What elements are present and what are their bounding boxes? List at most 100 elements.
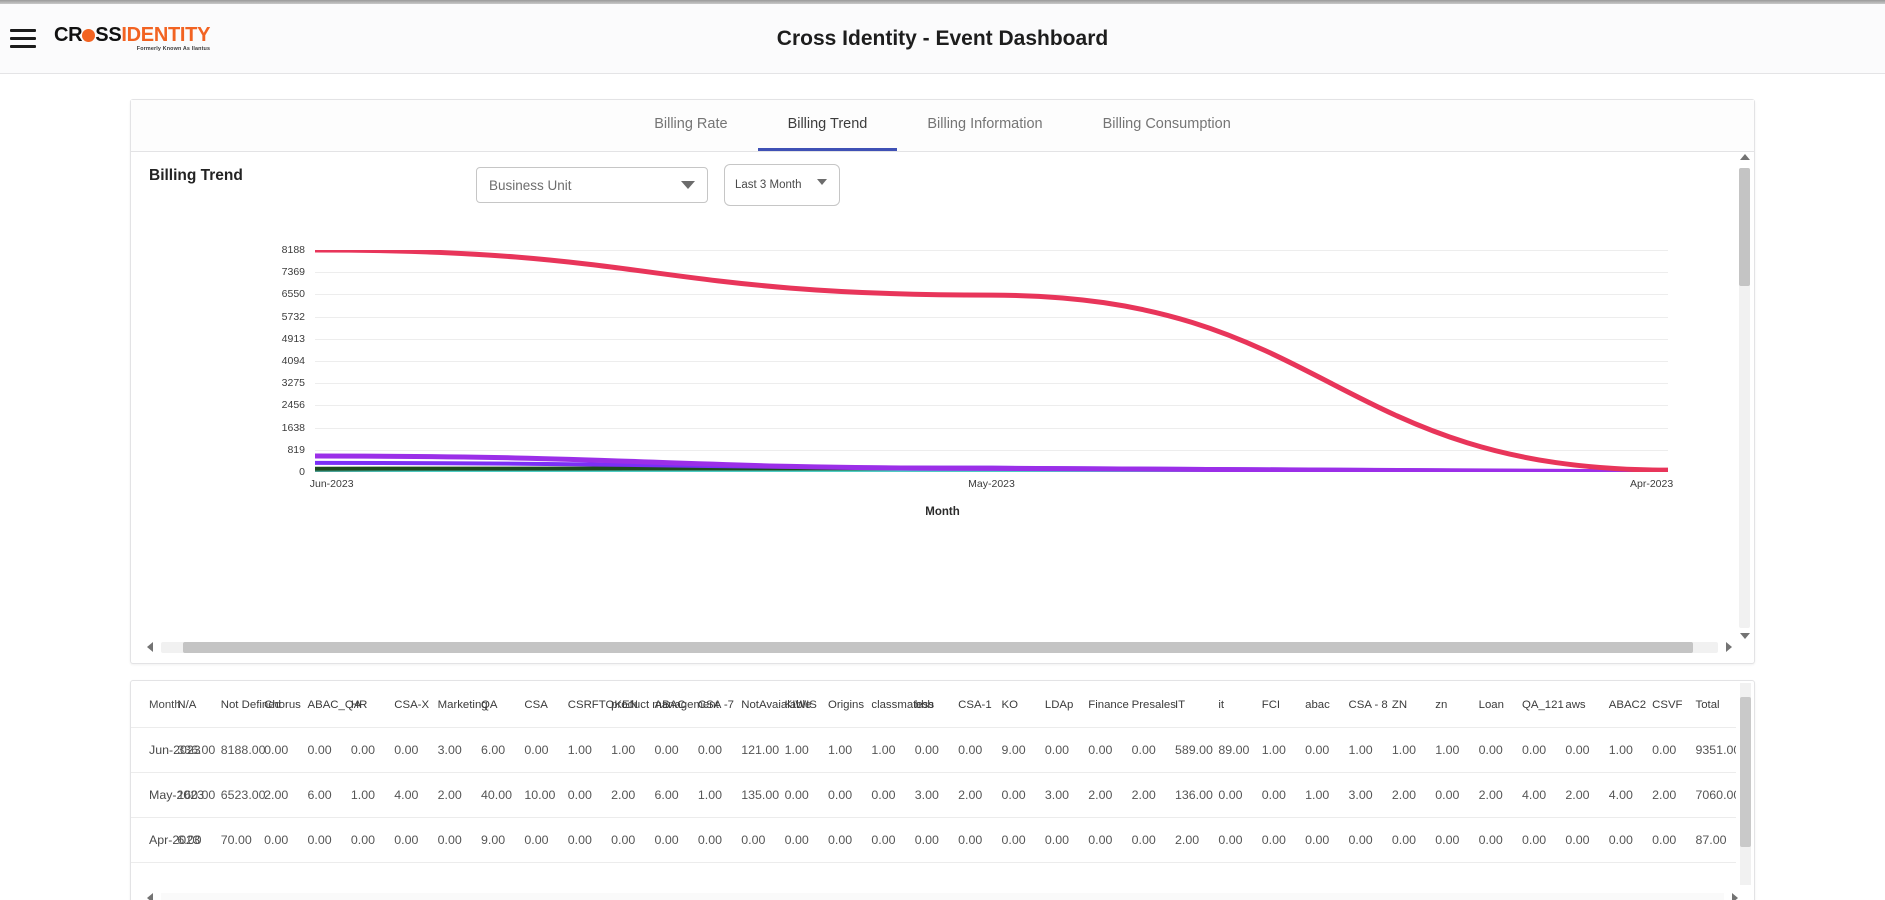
table-column-header[interactable]: KIWIS (781, 681, 825, 728)
table-column-header[interactable]: Loan (1475, 681, 1519, 728)
x-axis-tick: May-2023 (968, 478, 1015, 490)
hamburger-menu-icon[interactable] (10, 26, 40, 52)
tab-billing-rate[interactable]: Billing Rate (624, 100, 757, 151)
table-cell: 4.00 (391, 772, 435, 818)
table-column-header[interactable]: Month (131, 681, 181, 728)
y-axis-tick: 4094 (281, 355, 305, 367)
billing-trend-card: Billing Rate Billing Trend Billing Infor… (130, 99, 1755, 664)
table-cell: 589.00 (1172, 727, 1216, 773)
month-range-select[interactable]: Last 3 Month (724, 164, 840, 206)
table-column-header[interactable]: CSA (521, 681, 565, 728)
table-column-header[interactable]: N/A (174, 681, 218, 728)
table-cell: 0.00 (1041, 817, 1086, 863)
app-logo: CR SSIDENTITY Formerly Known As Ilantus (54, 25, 210, 52)
table-column-header[interactable]: Chorus (261, 681, 305, 728)
table-column-header[interactable]: Not Defined (217, 681, 281, 728)
table-column-header[interactable]: abac (1302, 681, 1346, 728)
table-column-header[interactable]: CSA - 8 (1345, 681, 1389, 728)
table-column-header[interactable]: classmatess (868, 681, 934, 728)
table-column-header[interactable]: Origins (825, 681, 869, 728)
table-column-header[interactable]: CSA -7 (694, 681, 739, 728)
table-cell: 136.00 (1172, 772, 1216, 818)
table-column-header[interactable]: QA (478, 681, 522, 728)
table-column-header[interactable]: ABAC2 (1605, 681, 1650, 728)
table-column-header[interactable]: Total (1692, 681, 1736, 728)
table-column-header[interactable]: LDAp (1041, 681, 1086, 728)
y-axis-tick: 8188 (281, 244, 305, 256)
chart-scroll-up-button[interactable] (1738, 152, 1751, 163)
table-cell: 1.00 (347, 772, 392, 818)
tab-billing-trend[interactable]: Billing Trend (757, 100, 898, 151)
table-column-header[interactable]: KO (998, 681, 1042, 728)
table-column-header[interactable]: CSVF (1649, 681, 1693, 728)
chart-vertical-scrollbar-thumb[interactable] (1739, 168, 1750, 286)
table-vertical-scrollbar[interactable] (1740, 683, 1751, 885)
table-cell: 0.00 (694, 727, 739, 773)
table-column-header[interactable]: IT (1172, 681, 1216, 728)
tab-billing-information[interactable]: Billing Information (897, 100, 1072, 151)
table-vertical-scrollbar-thumb[interactable] (1740, 697, 1751, 847)
chart-hscroll-thumb[interactable] (183, 641, 1693, 653)
table-column-header[interactable]: bbb (911, 681, 956, 728)
app-header: CR SSIDENTITY Formerly Known As Ilantus C… (0, 4, 1885, 74)
table-column-header[interactable]: Presales (1128, 681, 1176, 728)
table-row: Jun-2023 336.00 8188.00 0.00 0.00 0.00 0.00 3.0… (131, 727, 1736, 773)
table-cell: 1.00 (1258, 727, 1303, 773)
table-cell: 0.00 (261, 727, 305, 773)
chart-horizontal-scrollbar[interactable] (143, 640, 1736, 654)
table-cell: 1.00 (1345, 727, 1389, 773)
table-column-header[interactable]: CSA-X (391, 681, 435, 728)
logo-dot-icon (82, 28, 96, 42)
x-axis-tick: Jun-2023 (309, 478, 354, 490)
table-cell: 1.00 (1605, 727, 1650, 773)
table-cell: 8188.00 (217, 727, 266, 773)
tab-billing-consumption[interactable]: Billing Consumption (1073, 100, 1261, 151)
business-unit-select[interactable]: Business Unit (476, 167, 708, 203)
table-column-header[interactable]: FCI (1258, 681, 1303, 728)
table-cell: 87.00 (1692, 817, 1736, 863)
table-column-header[interactable]: Marketing (434, 681, 488, 728)
table-column-header[interactable]: aws (1562, 681, 1606, 728)
chart-hscroll-track[interactable] (161, 641, 1718, 653)
table-cell: 0.00 (1258, 772, 1303, 818)
table-column-header[interactable]: HR (347, 681, 392, 728)
table-cell: 2.00 (1649, 772, 1693, 818)
table-cell: 0.00 (781, 772, 825, 818)
table-cell: 0.00 (521, 817, 565, 863)
table-column-header[interactable]: NotAvaialable (738, 681, 811, 728)
table-column-header[interactable]: QA_121 (1519, 681, 1564, 728)
table-cell: 0.00 (521, 727, 565, 773)
table-column-header[interactable]: product management (608, 681, 719, 728)
tab-bar: Billing Rate Billing Trend Billing Infor… (131, 100, 1754, 152)
table-scroll-left-button[interactable] (143, 891, 157, 900)
table-horizontal-scrollbar[interactable] (143, 891, 1742, 900)
chevron-down-icon (817, 179, 827, 185)
table-column-header[interactable]: CSA-1 (955, 681, 999, 728)
table-cell: 0.00 (738, 817, 782, 863)
table-cell: Jun-2023 (131, 727, 201, 773)
table-cell: 0.00 (1649, 817, 1693, 863)
table-scroll-right-button[interactable] (1728, 891, 1742, 900)
chart-vertical-scrollbar[interactable] (1739, 168, 1750, 628)
table-cell: 2.00 (955, 772, 999, 818)
billing-trend-table-card: Month N/A Not Defined Chorus ABAC_QA HR CSA-X M… (130, 680, 1755, 900)
table-cell: 2.00 (608, 772, 652, 818)
table-column-header[interactable]: CSRFTOKEN (564, 681, 638, 728)
table-column-header[interactable]: Finance (1085, 681, 1129, 728)
y-axis-labels: 0 819 1638 2456 3275 4094 4913 5732 6550 7369 8188 (251, 244, 305, 478)
table-cell: 6523.00 (217, 772, 266, 818)
table-cell: 1.00 (564, 727, 609, 773)
chart-plot-wrapper: 0 819 1638 2456 3275 4094 4913 5732 6550 7369 8188… (131, 244, 1754, 518)
table-column-header[interactable]: ZN (1388, 681, 1433, 728)
table-cell: 4.00 (1519, 772, 1563, 818)
table-cell: 2.00 (1475, 772, 1519, 818)
table-cell: 0.00 (868, 817, 912, 863)
chart-scroll-right-button[interactable] (1722, 640, 1736, 654)
table-column-header[interactable]: zn (1432, 681, 1476, 728)
table-hscroll-track[interactable] (161, 893, 1724, 900)
table-column-header[interactable]: it (1215, 681, 1259, 728)
arrow-right-icon (1726, 642, 1732, 652)
chart-scroll-down-button[interactable] (1738, 629, 1751, 642)
table-column-header[interactable]: ABAC_QA (304, 681, 361, 728)
chart-scroll-left-button[interactable] (143, 640, 157, 654)
